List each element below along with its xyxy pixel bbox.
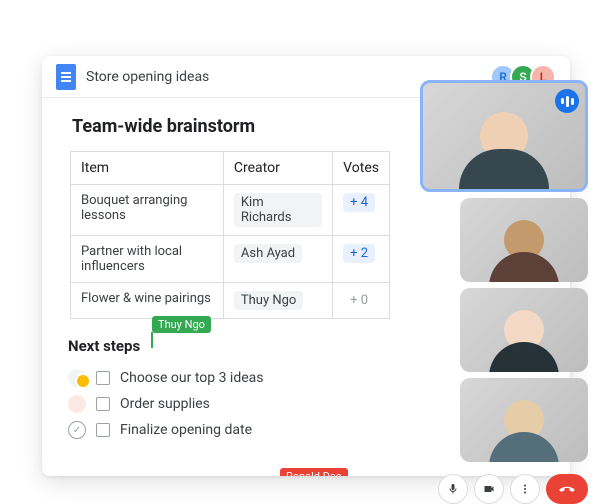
task-complete-icon[interactable]	[68, 421, 86, 439]
table-header-row: Item Creator Votes	[71, 152, 390, 185]
cell-creator: Thuy Ngo	[223, 283, 332, 319]
document-title[interactable]: Store opening ideas	[86, 69, 209, 85]
table-row[interactable]: Partner with local influencers Ash Ayad …	[71, 236, 390, 283]
google-docs-icon[interactable]	[56, 64, 76, 90]
cell-item: Flower & wine pairings	[71, 283, 224, 319]
more-vertical-icon	[519, 483, 531, 495]
speaking-indicator-icon	[555, 89, 579, 113]
table-row[interactable]: Bouquet arranging lessons Kim Richards +…	[71, 185, 390, 236]
video-tile[interactable]	[460, 198, 588, 282]
phone-hangup-icon	[558, 480, 576, 498]
video-tile-active-speaker[interactable]	[420, 80, 588, 192]
col-item: Item	[71, 152, 224, 185]
vote-chip[interactable]: + 0	[343, 291, 375, 310]
video-tile[interactable]	[460, 288, 588, 372]
ideas-table: Item Creator Votes Bouquet arranging les…	[70, 151, 390, 319]
mic-icon	[447, 483, 459, 495]
creator-chip[interactable]: Kim Richards	[234, 193, 322, 227]
creator-chip[interactable]: Ash Ayad	[234, 244, 302, 263]
vote-chip[interactable]: + 2	[343, 244, 375, 263]
assignee-avatar-icon[interactable]	[68, 369, 86, 387]
creator-chip[interactable]: Thuy Ngo	[234, 291, 303, 310]
task-label: Finalize opening date	[120, 422, 252, 438]
task-checkbox[interactable]	[96, 371, 110, 385]
cell-creator: Kim Richards	[223, 185, 332, 236]
task-checkbox[interactable]	[96, 397, 110, 411]
collaborator-cursor	[151, 332, 153, 348]
cell-votes: + 0	[333, 283, 390, 319]
assignee-avatar-icon[interactable]	[68, 395, 86, 413]
col-creator: Creator	[223, 152, 332, 185]
cell-item: Bouquet arranging lessons	[71, 185, 224, 236]
table-row[interactable]: Flower & wine pairings Thuy Ngo + 0	[71, 283, 390, 319]
collaborator-cursor-label: Ronald Das	[280, 468, 348, 476]
camera-icon	[483, 483, 495, 495]
video-call-panel	[420, 80, 588, 504]
vote-chip[interactable]: + 4	[343, 193, 375, 212]
task-checkbox[interactable]	[96, 423, 110, 437]
cell-votes: + 2	[333, 236, 390, 283]
col-votes: Votes	[333, 152, 390, 185]
video-tile[interactable]	[460, 378, 588, 462]
cell-creator: Ash Ayad	[223, 236, 332, 283]
collaborator-cursor-label: Thuy Ngo	[152, 316, 211, 333]
cell-votes: + 4	[333, 185, 390, 236]
cell-item: Partner with local influencers	[71, 236, 224, 283]
task-label: Order supplies	[120, 396, 210, 412]
task-label: Choose our top 3 ideas	[120, 370, 264, 386]
